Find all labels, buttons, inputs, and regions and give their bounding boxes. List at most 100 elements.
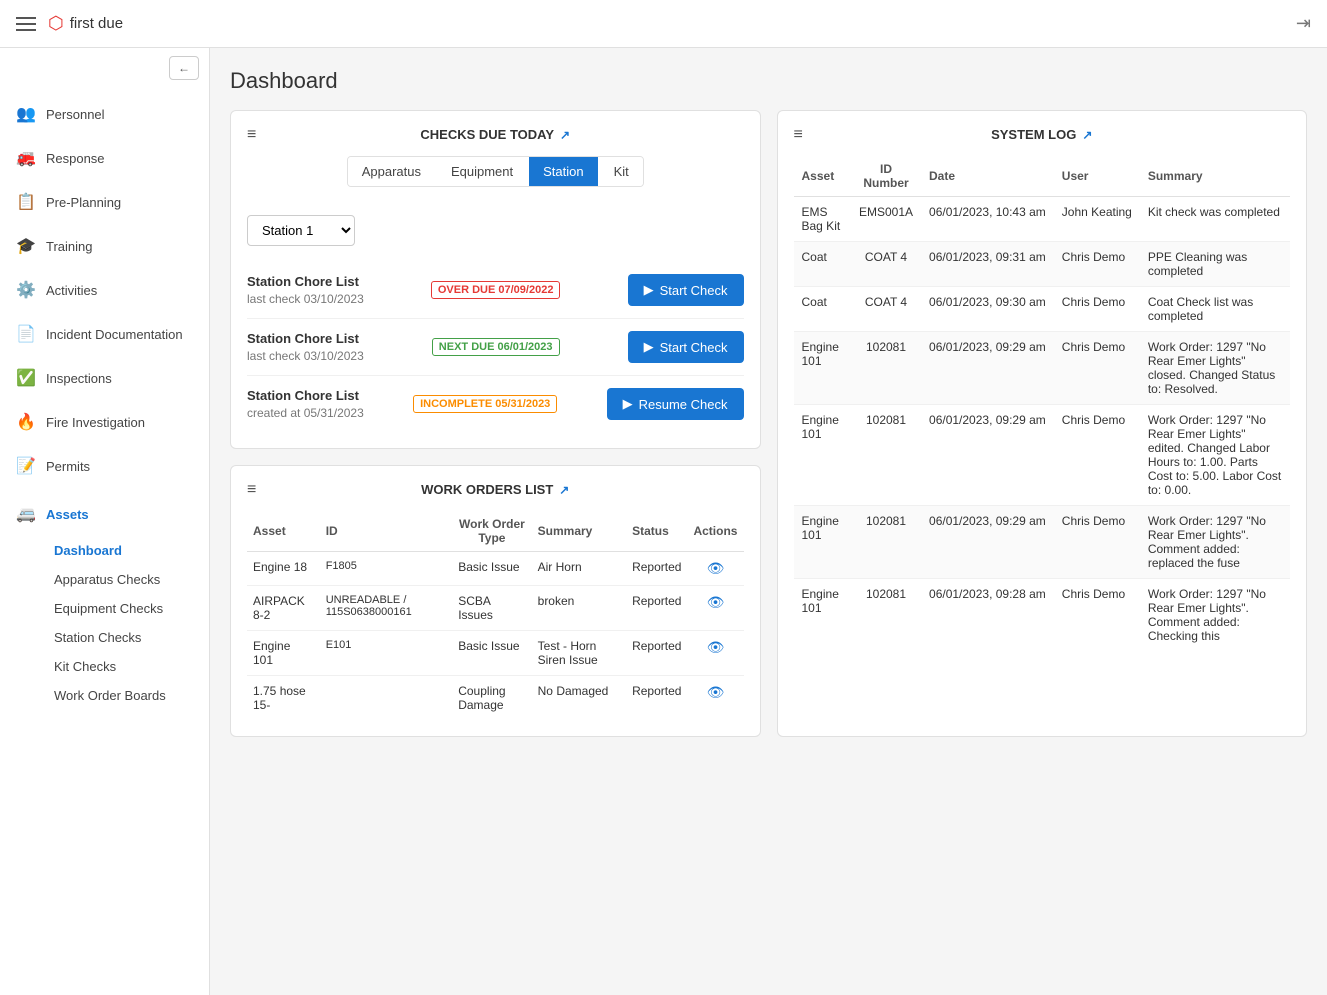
tab-equipment[interactable]: Equipment (437, 157, 527, 186)
wo-view-icon-2[interactable]: 👁 (707, 639, 725, 655)
sl-id-6: 102081 (851, 579, 921, 652)
checks-external-link-icon[interactable]: ↗ (560, 128, 570, 142)
checks-due-today-header: ≡ CHECKS DUE TODAY ↗ (247, 127, 744, 142)
sidebar-item-pre-planning[interactable]: 📋 Pre-Planning (0, 180, 209, 224)
resume-check-button-2[interactable]: ▶ Resume Check (607, 388, 744, 420)
check-status-0: OVER DUE 07/09/2022 (431, 281, 561, 299)
sidebar-collapse-button[interactable]: ← (169, 56, 199, 80)
start-check-button-0[interactable]: ▶ Start Check (628, 274, 744, 306)
wo-summary-3: No Damaged (532, 676, 626, 721)
checks-menu-icon[interactable]: ≡ (247, 126, 256, 144)
check-row-2: Station Chore List created at 05/31/2023… (247, 376, 744, 432)
wo-action-3[interactable]: 👁 (687, 676, 743, 721)
sl-id-3: 102081 (851, 332, 921, 405)
sl-asset-6: Engine 101 (794, 579, 851, 652)
submenu-item-work-order-boards[interactable]: Work Order Boards (46, 681, 209, 710)
training-icon: 🎓 (16, 236, 36, 256)
sidebar-item-training[interactable]: 🎓 Training (0, 224, 209, 268)
sidebar-item-activities[interactable]: ⚙️ Activities (0, 268, 209, 312)
wo-id-1: UNREADABLE / 115S0638000161 (320, 586, 453, 631)
check-last-0: last check 03/10/2023 (247, 292, 364, 306)
sl-asset-0: EMS Bag Kit (794, 197, 851, 242)
sl-summary-6: Work Order: 1297 "No Rear Emer Lights". … (1140, 579, 1290, 652)
system-log-menu-icon[interactable]: ≡ (794, 126, 803, 144)
check-name-1: Station Chore List (247, 331, 364, 346)
syslog-row-6: Engine 101 102081 06/01/2023, 09:28 am C… (794, 579, 1291, 652)
sidebar-item-assets[interactable]: 🚐 Assets (0, 492, 209, 536)
wo-status-0: Reported (626, 552, 687, 586)
check-name-0: Station Chore List (247, 274, 364, 289)
wo-view-icon-3[interactable]: 👁 (707, 684, 725, 700)
check-status-2: INCOMPLETE 05/31/2023 (413, 395, 557, 413)
wo-action-1[interactable]: 👁 (687, 586, 743, 631)
submenu-item-station-checks[interactable]: Station Checks (46, 623, 209, 652)
work-order-row-3: 1.75 hose 15- Coupling Damage No Damaged… (247, 676, 744, 721)
sl-date-2: 06/01/2023, 09:30 am (921, 287, 1054, 332)
wo-status-2: Reported (626, 631, 687, 676)
brand-logo-icon: ⬡ (48, 13, 64, 34)
sidebar: ← 👥 Personnel 🚒 Response 📋 Pre-Planning … (0, 48, 210, 995)
sidebar-item-fire-investigation-label: Fire Investigation (46, 415, 145, 430)
checks-due-today-card: ≡ CHECKS DUE TODAY ↗ Apparatus Equipment… (230, 110, 761, 449)
inspections-icon: ✅ (16, 368, 36, 388)
work-orders-card: ≡ WORK ORDERS LIST ↗ Asset ID Work Order… (230, 465, 761, 737)
wo-col-actions: Actions (687, 511, 743, 552)
sidebar-item-inspections[interactable]: ✅ Inspections (0, 356, 209, 400)
check-row-1: Station Chore List last check 03/10/2023… (247, 319, 744, 376)
wo-view-icon-1[interactable]: 👁 (707, 594, 725, 610)
submenu-item-kit-checks[interactable]: Kit Checks (46, 652, 209, 681)
sidebar-item-personnel[interactable]: 👥 Personnel (0, 92, 209, 136)
station-select[interactable]: Station 1 Station 2 Station 3 (247, 215, 355, 246)
brand-name: first due (70, 15, 123, 32)
sidebar-item-incident-documentation[interactable]: 📄 Incident Documentation (0, 312, 209, 356)
sl-date-3: 06/01/2023, 09:29 am (921, 332, 1054, 405)
brand: ⬡ first due (48, 13, 123, 34)
sl-date-6: 06/01/2023, 09:28 am (921, 579, 1054, 652)
wo-summary-2: Test - Horn Siren Issue (532, 631, 626, 676)
sl-summary-2: Coat Check list was completed (1140, 287, 1290, 332)
check-name-2: Station Chore List (247, 388, 364, 403)
submenu-item-apparatus-checks[interactable]: Apparatus Checks (46, 565, 209, 594)
sl-user-0: John Keating (1054, 197, 1140, 242)
tab-kit[interactable]: Kit (600, 157, 643, 186)
sidebar-item-training-label: Training (46, 239, 92, 254)
page-title: Dashboard (230, 68, 1307, 94)
hamburger-menu[interactable] (16, 17, 36, 31)
system-log-external-link-icon[interactable]: ↗ (1082, 128, 1092, 142)
assets-label: Assets (46, 507, 89, 522)
sl-summary-0: Kit check was completed (1140, 197, 1290, 242)
wo-view-icon-0[interactable]: 👁 (707, 560, 725, 576)
assets-submenu: Dashboard Apparatus Checks Equipment Che… (0, 536, 209, 710)
work-orders-external-link-icon[interactable]: ↗ (559, 483, 569, 497)
wo-action-2[interactable]: 👁 (687, 631, 743, 676)
topbar: ⬡ first due ⇥ (0, 0, 1327, 48)
work-orders-menu-icon[interactable]: ≡ (247, 481, 256, 499)
wo-col-type: Work OrderType (452, 511, 531, 552)
wo-status-3: Reported (626, 676, 687, 721)
sl-id-0: EMS001A (851, 197, 921, 242)
sidebar-collapse-area: ← (0, 48, 209, 88)
sl-user-4: Chris Demo (1054, 405, 1140, 506)
sl-user-5: Chris Demo (1054, 506, 1140, 579)
sl-col-date: Date (921, 156, 1054, 197)
system-log-column: ≡ SYSTEM LOG ↗ Asset IDNumber Date (777, 110, 1308, 737)
sidebar-item-permits-label: Permits (46, 459, 90, 474)
wo-action-0[interactable]: 👁 (687, 552, 743, 586)
work-order-row-0: Engine 18 F1805 Basic Issue Air Horn Rep… (247, 552, 744, 586)
wo-col-asset: Asset (247, 511, 320, 552)
sl-col-id: IDNumber (851, 156, 921, 197)
submenu-item-dashboard[interactable]: Dashboard (46, 536, 209, 565)
sidebar-item-fire-investigation[interactable]: 🔥 Fire Investigation (0, 400, 209, 444)
syslog-row-2: Coat COAT 4 06/01/2023, 09:30 am Chris D… (794, 287, 1291, 332)
tab-station[interactable]: Station (529, 157, 597, 186)
logout-icon[interactable]: ⇥ (1296, 13, 1311, 34)
check-row-0: Station Chore List last check 03/10/2023… (247, 262, 744, 319)
sl-date-4: 06/01/2023, 09:29 am (921, 405, 1054, 506)
tab-apparatus[interactable]: Apparatus (348, 157, 435, 186)
start-check-button-1[interactable]: ▶ Start Check (628, 331, 744, 363)
sidebar-item-response[interactable]: 🚒 Response (0, 136, 209, 180)
wo-id-2: E101 (320, 631, 453, 676)
sl-user-6: Chris Demo (1054, 579, 1140, 652)
sidebar-item-permits[interactable]: 📝 Permits (0, 444, 209, 488)
submenu-item-equipment-checks[interactable]: Equipment Checks (46, 594, 209, 623)
